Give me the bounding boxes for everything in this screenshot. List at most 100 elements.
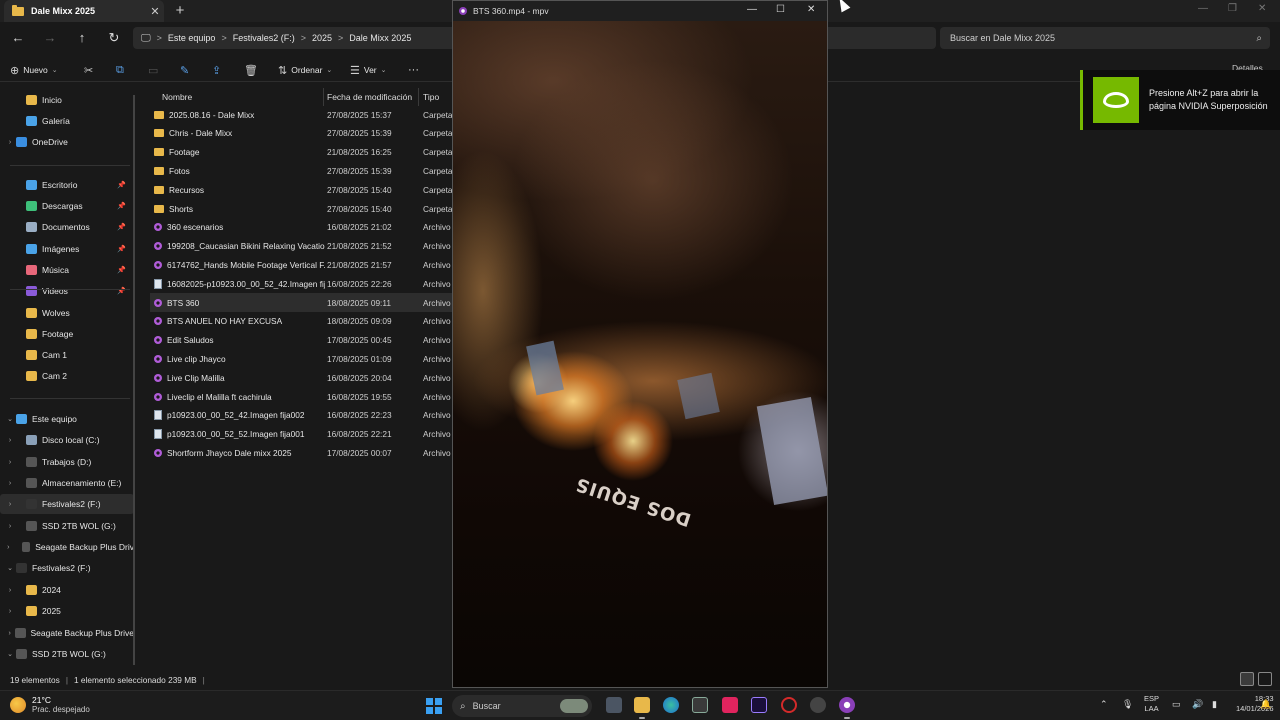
sidebar-item[interactable]: Escritorio 📌	[0, 175, 134, 195]
close-icon[interactable]: ✕	[807, 4, 815, 15]
refresh-icon[interactable]: ↻	[104, 28, 124, 48]
mpv-title-bar[interactable]: BTS 360.mp4 - mpv — ☐ ✕	[453, 1, 827, 21]
details-view-icon[interactable]	[1240, 672, 1254, 686]
chevron-up-icon[interactable]: ⌃	[1100, 699, 1108, 710]
chevron-right-icon[interactable]: ›	[4, 139, 16, 146]
battery-icon[interactable]: ▮	[1212, 699, 1217, 710]
file-row[interactable]: Edit Saludos 17/08/2025 00:45 Archivo	[150, 331, 452, 350]
column-header-date[interactable]: Fecha de modificación	[327, 88, 412, 106]
column-header-type[interactable]: Tipo	[423, 88, 439, 106]
close-icon[interactable]: ✕	[1258, 3, 1266, 14]
sidebar-item[interactable]: ⌄ SSD 2TB WOL (G:)	[0, 644, 134, 664]
delete-button[interactable]: 🗑	[244, 61, 258, 79]
pin-icon[interactable]: 📌	[117, 202, 126, 210]
sidebar-item[interactable]: › Seagate Backup Plus Drive	[0, 623, 134, 643]
chevron-right-icon[interactable]: ›	[4, 501, 16, 508]
file-row[interactable]: Recursos 27/08/2025 15:40 Carpeta	[150, 180, 453, 199]
chevron-right-icon[interactable]: ›	[4, 459, 16, 466]
language-indicator[interactable]: ESP LAA	[1144, 694, 1159, 714]
pin-icon[interactable]: 📌	[117, 266, 126, 274]
file-row[interactable]: Shorts 27/08/2025 15:40 Carpeta	[150, 199, 453, 218]
pin-icon[interactable]: 📌	[117, 223, 126, 231]
rename-button[interactable]: ✎	[180, 61, 189, 79]
sidebar-item[interactable]: › 2024	[0, 580, 134, 600]
sidebar-item[interactable]: Documentos 📌	[0, 217, 134, 237]
address-bar[interactable]: 🖵 > Este equipo > Festivales2 (F:) > 202…	[133, 27, 458, 49]
more-options-button[interactable]: ···	[408, 61, 419, 79]
file-row[interactable]: 360 escenarios 16/08/2025 21:02 Archivo	[150, 218, 452, 237]
sidebar-item[interactable]: Footage	[0, 324, 134, 344]
sidebar-item[interactable]: › SSD 2TB WOL (G:)	[0, 516, 134, 536]
file-row[interactable]: Footage 21/08/2025 16:25 Carpeta	[150, 143, 453, 162]
copy-button[interactable]: ⧉	[116, 61, 124, 79]
address-bar-extension[interactable]	[828, 27, 936, 49]
sidebar-item[interactable]: › Seagate Backup Plus Driv	[0, 537, 134, 557]
search-box[interactable]: Buscar en Dale Mixx 2025 ⌕	[940, 27, 1270, 49]
file-row[interactable]: BTS ANUEL NO HAY EXCUSA 18/08/2025 09:09 A…	[150, 312, 452, 331]
sidebar-item[interactable]: › OneDrive	[0, 132, 134, 152]
sort-button[interactable]: ⇅ Ordenar ⌄	[278, 61, 332, 79]
chevron-right-icon[interactable]: ›	[4, 480, 16, 487]
tiles-view-icon[interactable]	[1258, 672, 1272, 686]
notifications-icon[interactable]: 🔔	[1260, 699, 1271, 710]
sidebar-item[interactable]: ⌄ Festivales2 (F:)	[0, 558, 134, 578]
file-row[interactable]: Fotos 27/08/2025 15:39 Carpeta	[150, 161, 453, 180]
file-row[interactable]: Live clip Jhayco 17/08/2025 01:09 Archivo	[150, 349, 452, 368]
chevron-down-icon[interactable]: ⌄	[4, 650, 16, 658]
sidebar-item[interactable]: Videos 📌	[0, 281, 134, 301]
breadcrumb-item[interactable]: Este equipo	[168, 33, 216, 43]
chevron-right-icon[interactable]: ›	[4, 608, 16, 615]
file-explorer-taskbar-icon[interactable]	[634, 697, 650, 719]
settings-icon[interactable]	[810, 697, 826, 713]
file-row[interactable]: Liveclip el Malilla ft cachirula 16/08/20…	[150, 387, 452, 406]
opera-icon[interactable]	[781, 697, 797, 713]
microphone-icon[interactable]: 🎙	[1122, 699, 1133, 710]
search-input[interactable]: Buscar en Dale Mixx 2025	[950, 33, 1055, 43]
sidebar-item[interactable]: › Trabajos (D:)	[0, 452, 134, 472]
column-header-name[interactable]: Nombre	[162, 88, 192, 106]
chevron-down-icon[interactable]: ⌄	[4, 415, 16, 423]
column-divider[interactable]	[323, 88, 324, 106]
nvidia-overlay-toast[interactable]: Presione Alt+Z para abrir la página NVID…	[1080, 70, 1280, 130]
taskbar-search-input[interactable]: Buscar	[473, 701, 501, 711]
sidebar-item[interactable]: › 2025	[0, 601, 134, 621]
sidebar-item[interactable]: Wolves	[0, 303, 134, 323]
file-row[interactable]: 16082025-p10923.00_00_52_42.Imagen fij..…	[150, 274, 452, 293]
breadcrumb-item[interactable]: Festivales2 (F:)	[233, 33, 295, 43]
new-button[interactable]: ⊕ Nuevo ⌄	[10, 61, 58, 79]
chevron-right-icon[interactable]: ›	[4, 544, 12, 551]
network-icon[interactable]: ▭	[1172, 699, 1181, 710]
maximize-icon[interactable]: ☐	[776, 4, 785, 15]
chevron-down-icon[interactable]: ⌄	[4, 564, 16, 572]
sidebar-item[interactable]: Música 📌	[0, 260, 134, 280]
chevron-right-icon[interactable]: ›	[4, 437, 16, 444]
forward-arrow-icon[interactable]: →	[40, 28, 60, 48]
column-divider[interactable]	[418, 88, 419, 106]
file-row[interactable]: 6174762_Hands Mobile Footage Vertical F.…	[150, 255, 452, 274]
sidebar-item[interactable]: Imágenes 📌	[0, 239, 134, 259]
chevron-right-icon[interactable]: ›	[4, 630, 15, 637]
sidebar-item[interactable]: Inicio	[0, 90, 134, 110]
file-row[interactable]: Chris - Dale Mixx 27/08/2025 15:39 Carpeta	[150, 124, 453, 143]
sidebar-item[interactable]: Descargas 📌	[0, 196, 134, 216]
file-row[interactable]: p10923.00_00_52_42.Imagen fija002 16/08/2…	[150, 406, 452, 425]
sidebar-item[interactable]: Cam 2	[0, 366, 134, 386]
windows-start-icon[interactable]	[426, 698, 442, 714]
volume-icon[interactable]: 🔊	[1192, 699, 1203, 710]
minimize-icon[interactable]: —	[1198, 3, 1208, 14]
pin-icon[interactable]: 📌	[117, 181, 126, 189]
maximize-icon[interactable]: ❐	[1228, 3, 1237, 14]
weather-widget[interactable]: 21°C Prac. despejado	[10, 695, 90, 715]
sidebar-item[interactable]: › Almacenamiento (E:)	[0, 473, 134, 493]
sidebar-item[interactable]: Galería	[0, 111, 134, 131]
file-row[interactable]: 199208_Caucasian Bikini Relaxing Vacatio…	[150, 237, 452, 256]
breadcrumb-item[interactable]: 2025	[312, 33, 332, 43]
explorer-tab[interactable]: Dale Mixx 2025 ✕	[4, 0, 164, 22]
chevron-right-icon[interactable]: ›	[4, 523, 16, 530]
tab-close-icon[interactable]: ✕	[146, 5, 164, 18]
chevron-right-icon[interactable]: ›	[4, 587, 16, 594]
back-arrow-icon[interactable]: ←	[8, 28, 28, 48]
pin-icon[interactable]: 📌	[117, 245, 126, 253]
edge-browser-icon[interactable]	[663, 697, 679, 713]
store-icon[interactable]	[692, 697, 708, 713]
